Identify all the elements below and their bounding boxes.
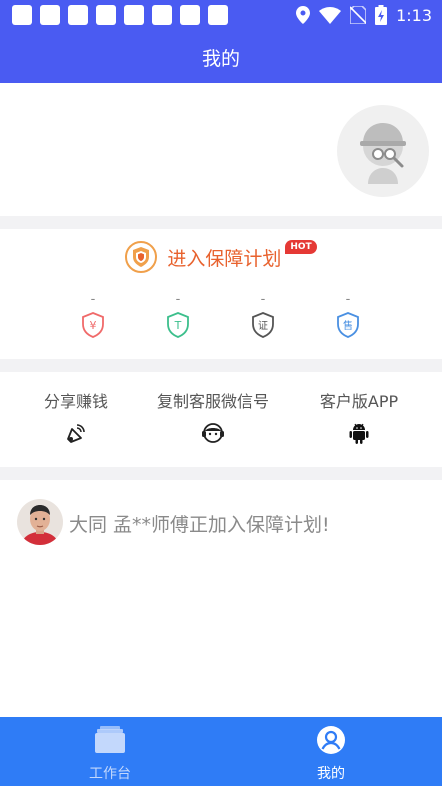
- notification-icon: [124, 5, 144, 25]
- client-app-label: 客户版APP: [319, 392, 399, 411]
- status-bar: 1:13: [12, 4, 432, 26]
- notification-icon: [208, 5, 228, 25]
- actions-card: 分享赚钱 复制客服微信号 客户版APP: [0, 372, 442, 467]
- tenge-shield-icon: T: [167, 312, 189, 338]
- badge-glyph: ¥: [90, 319, 97, 332]
- nav-workbench[interactable]: 工作台: [50, 725, 170, 783]
- workbench-icon: [95, 726, 125, 753]
- notification-icon: [96, 5, 116, 25]
- guarantee-header[interactable]: 进入保障计划 HOT: [0, 240, 442, 273]
- wifi-icon: [319, 6, 342, 24]
- copy-wechat-button[interactable]: 复制客服微信号: [150, 388, 276, 444]
- badge-value: -: [175, 292, 181, 307]
- profile-icon: [317, 726, 345, 754]
- badge-value: -: [260, 292, 266, 307]
- person-photo-icon: [17, 499, 63, 545]
- yuan-shield-icon: ¥: [82, 312, 104, 338]
- divider: [0, 216, 442, 229]
- page-title: 我的: [201, 48, 240, 70]
- client-app-button[interactable]: 客户版APP: [312, 388, 406, 444]
- badge-value: -: [90, 292, 96, 307]
- bottom-navigation: 工作台 我的: [0, 717, 442, 786]
- notification-icon: [152, 5, 172, 25]
- notification-icon: [180, 5, 200, 25]
- guarantee-card[interactable]: 进入保障计划 HOT - ¥ - T - 证 - 售: [0, 229, 442, 359]
- notice-text: 大同 孟**师傅正加入保障计划!: [69, 514, 330, 536]
- share-earn-button[interactable]: 分享赚钱: [38, 388, 114, 444]
- shield-icon: [125, 241, 158, 273]
- badge-certificate[interactable]: - 证: [243, 292, 283, 342]
- certificate-shield-icon: 证: [252, 312, 274, 338]
- notice-avatar: [17, 499, 63, 545]
- badge-value: -: [345, 292, 351, 307]
- nav-mine[interactable]: 我的: [271, 725, 391, 783]
- user-avatar[interactable]: [337, 105, 429, 197]
- app-screen: 1:13 我的 进入保障计划 HOT - ¥ - T - 证 - 售 分享赚钱 …: [0, 0, 442, 786]
- nav-workbench-label: 工作台: [89, 766, 131, 782]
- notification-icon: [68, 5, 88, 25]
- no-sim-icon: [350, 6, 367, 24]
- share-icon: [67, 424, 85, 443]
- android-icon: [349, 423, 369, 444]
- system-icons: 1:13: [296, 5, 432, 25]
- badge-glyph: T: [174, 319, 182, 332]
- top-bar: 1:13 我的: [0, 0, 442, 83]
- badge-after-sales[interactable]: - 售: [328, 292, 368, 342]
- nav-mine-label: 我的: [317, 766, 345, 782]
- notification-icon: [40, 5, 60, 25]
- badge-yuan[interactable]: - ¥: [73, 292, 113, 342]
- hot-badge: HOT: [285, 240, 317, 254]
- share-earn-label: 分享赚钱: [43, 392, 108, 411]
- copy-wechat-label: 复制客服微信号: [156, 392, 269, 411]
- customer-service-icon: [202, 423, 224, 443]
- battery-charging-icon: [375, 5, 388, 25]
- notification-icon: [12, 5, 32, 25]
- badge-tenge[interactable]: - T: [158, 292, 198, 342]
- default-avatar-icon: [360, 123, 406, 184]
- divider: [0, 467, 442, 480]
- badge-glyph: 证: [258, 320, 268, 332]
- status-time: 1:13: [396, 5, 432, 25]
- after-sales-shield-icon: 售: [337, 312, 359, 338]
- notice-section: 大同 孟**师傅正加入保障计划!: [0, 480, 442, 717]
- location-icon: [296, 6, 311, 24]
- profile-section: [0, 83, 442, 216]
- badge-glyph: 售: [343, 319, 353, 332]
- guarantee-label: 进入保障计划: [167, 247, 282, 270]
- divider: [0, 359, 442, 372]
- notification-icons: [12, 5, 228, 25]
